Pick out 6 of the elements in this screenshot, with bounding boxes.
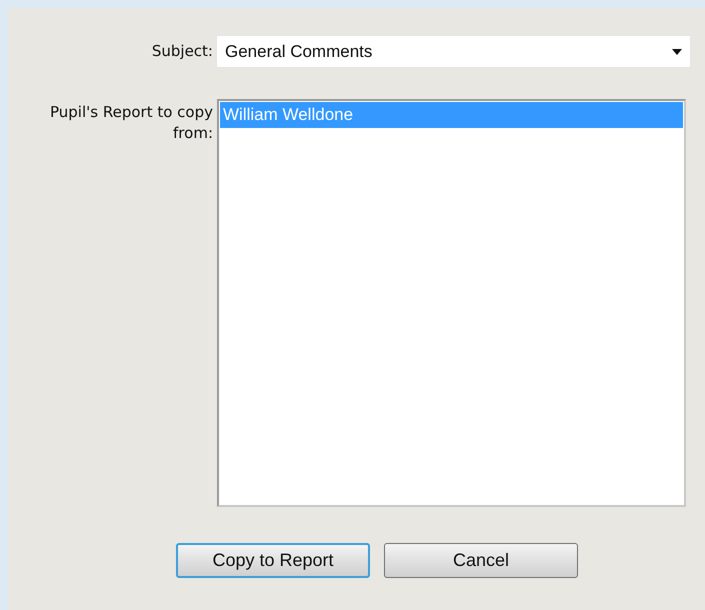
- report-list-label: Pupil's Report to copy from:: [49, 102, 213, 144]
- subject-dropdown[interactable]: General Comments: [216, 35, 691, 68]
- copy-button[interactable]: Copy to Report: [176, 543, 370, 578]
- dropdown-caret-icon: [672, 48, 682, 54]
- cancel-button[interactable]: Cancel: [384, 543, 578, 578]
- subject-label: Subject:: [150, 41, 213, 62]
